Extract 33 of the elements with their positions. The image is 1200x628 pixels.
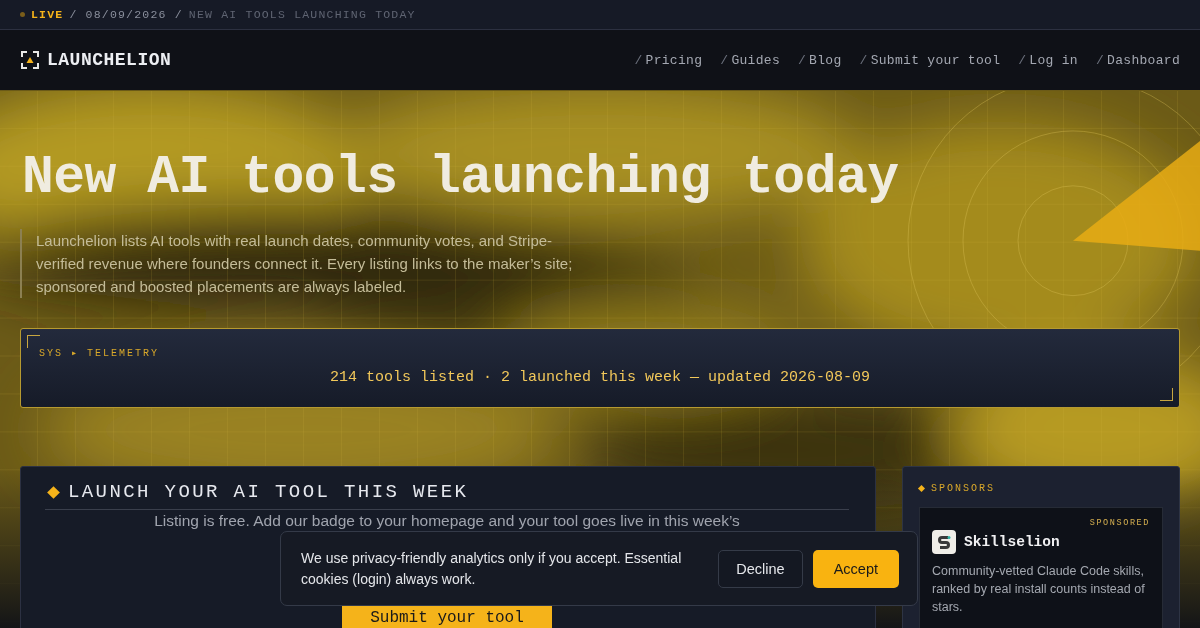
decline-button[interactable]: Decline — [718, 549, 803, 588]
app-logo-icon — [932, 530, 956, 554]
ticker-date: / 08/09/2026 / — [69, 8, 183, 21]
nav-link[interactable]: Dashboard — [1107, 52, 1180, 68]
separator: / — [859, 52, 868, 68]
nav-link[interactable]: Submit your tool — [870, 52, 1001, 68]
telemetry-label: SYS ▸ TELEMETRY — [39, 347, 161, 359]
nav-link[interactable]: Guides — [731, 52, 780, 68]
status-dot — [20, 12, 25, 17]
sponsor-name: Skillselion — [964, 534, 1060, 550]
launch-title: LAUNCH YOUR AI TOOL THIS WEEK — [68, 481, 469, 503]
launch-text: Listing is free. Add our badge to your homepage and your tool goes live in this week’s — [154, 512, 740, 529]
separator: / — [720, 52, 729, 68]
logo-icon — [21, 51, 39, 69]
ticker-headline: NEW AI TOOLS LAUNCHING TODAY — [188, 8, 416, 21]
nav-link[interactable]: Pricing — [645, 52, 703, 68]
separator: / — [1018, 52, 1027, 68]
hero-title: New AI tools launching today — [22, 147, 900, 210]
separator: / — [1095, 52, 1105, 68]
separator: / — [798, 52, 807, 68]
telemetry-stats: 214 tools listed · 2 launched this week — updated 2026-08-09 — [329, 369, 871, 386]
sponsor-description: Community-vetted Claude Code skills, ranked by real install counts instead of stars. — [932, 563, 1146, 616]
separator: / — [634, 52, 643, 68]
accept-button[interactable]: Accept — [812, 549, 899, 588]
live-label: LIVE — [31, 8, 64, 21]
cookie-text: We use privacy-friendly analytics only if you accept. Essential cookies (login) always work. — [301, 548, 683, 589]
sponsored-label: SPONSORED — [1089, 518, 1150, 528]
sponsors-title: SPONSORS — [931, 483, 995, 494]
nav-link[interactable]: Blog — [809, 52, 842, 68]
hero-intro: Launchelion lists AI tools with real launch dates, community votes, and Stripe-verified revenue where founders connect it. Every listing links to the maker’s site; sponsored and boosted placements are always labeled. — [20, 229, 584, 298]
nav-link[interactable]: Log in — [1029, 52, 1078, 68]
sponsor-card[interactable]: SPONSORED Skillselion Community-vetted Claude Code skills, ranked by real install counts instead of stars. — [919, 507, 1163, 628]
brand-name[interactable]: LAUNCHELION — [47, 50, 172, 70]
